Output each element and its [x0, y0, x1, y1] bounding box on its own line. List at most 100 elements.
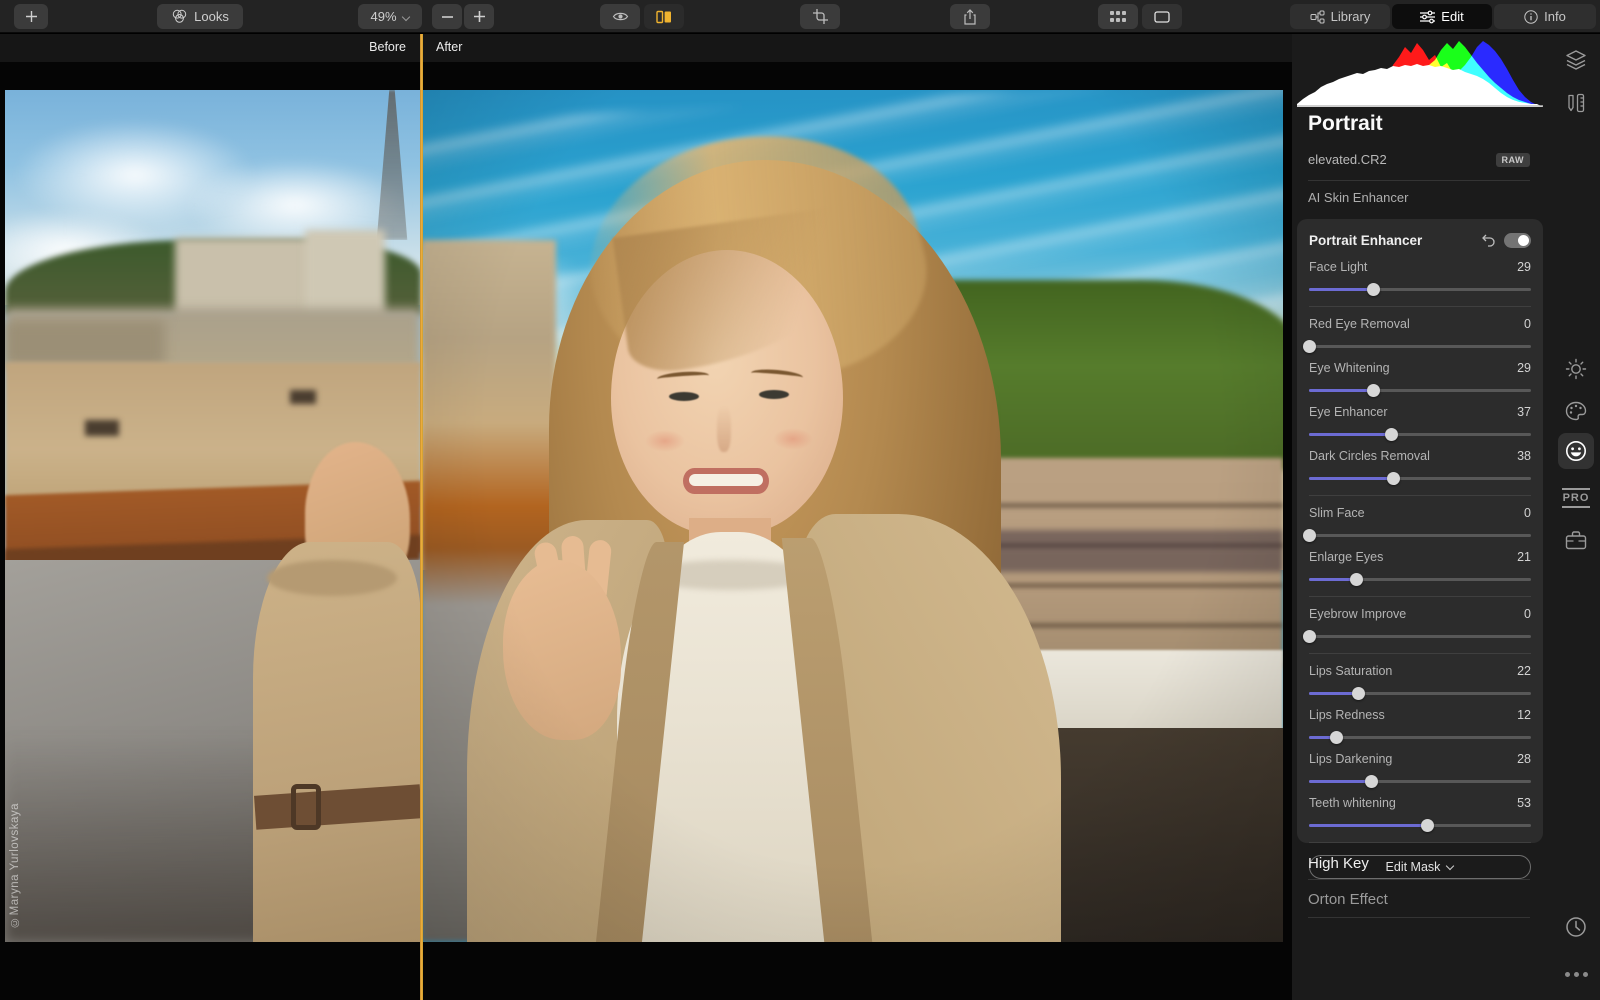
essentials-tools-button[interactable] — [1558, 351, 1594, 387]
slider-value: 38 — [1517, 449, 1531, 463]
quick-preview-button[interactable] — [600, 4, 640, 29]
creative-tools-button[interactable] — [1558, 393, 1594, 429]
slider-track[interactable] — [1309, 428, 1531, 441]
slider-track[interactable] — [1309, 340, 1531, 353]
slider-track[interactable] — [1309, 630, 1531, 643]
zoom-out-button[interactable] — [432, 4, 462, 29]
slider-head: Lips Saturation 22 — [1309, 664, 1531, 679]
edit-tools-button[interactable] — [1558, 85, 1594, 121]
crop-button[interactable] — [800, 4, 840, 29]
slider-head: Eye Whitening 29 — [1309, 361, 1531, 376]
sun-icon — [1565, 358, 1587, 380]
city-strip — [5, 320, 165, 365]
slider-thumb[interactable] — [1385, 428, 1398, 441]
share-button[interactable] — [950, 4, 990, 29]
slider-fill — [1309, 824, 1427, 827]
tab-edit[interactable]: Edit — [1392, 4, 1492, 29]
crop-icon — [813, 9, 828, 24]
looks-button[interactable]: Looks — [157, 4, 243, 29]
add-image-button[interactable] — [14, 4, 48, 29]
slider-track[interactable] — [1309, 819, 1531, 832]
single-view-button[interactable] — [1142, 4, 1182, 29]
slider-track[interactable] — [1309, 283, 1531, 296]
slider-head: Teeth whitening 53 — [1309, 796, 1531, 811]
slider-fill — [1309, 389, 1373, 392]
slider-label: Teeth whitening — [1309, 796, 1396, 810]
slider-value: 22 — [1517, 664, 1531, 678]
orton-effect-section[interactable]: Orton Effect — [1308, 891, 1530, 908]
tab-info[interactable]: Info — [1494, 4, 1596, 29]
histogram[interactable] — [1297, 35, 1543, 107]
history-button[interactable] — [1558, 909, 1594, 945]
slider-row: Lips Redness 12 — [1309, 708, 1531, 744]
compare-view-button[interactable] — [644, 4, 684, 29]
tab-info-label: Info — [1544, 9, 1566, 24]
slider-thumb[interactable] — [1350, 573, 1363, 586]
toolbox-button[interactable] — [1558, 522, 1594, 558]
enhancer-toggle[interactable] — [1504, 233, 1531, 248]
portrait-tools-button[interactable] — [1558, 433, 1594, 469]
professional-tools-button[interactable]: PRO — [1558, 480, 1594, 516]
gallery-view-button[interactable] — [1098, 4, 1138, 29]
tool-rail: PRO — [1552, 34, 1600, 1000]
slider-label: Enlarge Eyes — [1309, 550, 1383, 564]
raw-badge: RAW — [1496, 153, 1531, 167]
slider-track[interactable] — [1309, 687, 1531, 700]
slider-label: Lips Saturation — [1309, 664, 1392, 678]
zoom-in-button[interactable] — [464, 4, 494, 29]
slider-thumb[interactable] — [1330, 731, 1343, 744]
slider-thumb[interactable] — [1303, 630, 1316, 643]
canvas-area: Before After ©Maryna Yurlovskaya — [0, 34, 1292, 1000]
slider-thumb[interactable] — [1303, 529, 1316, 542]
slider-thumb[interactable] — [1352, 687, 1365, 700]
slider-value: 53 — [1517, 796, 1531, 810]
layers-button[interactable] — [1558, 42, 1594, 78]
slider-fill — [1309, 288, 1373, 291]
after-label: After — [436, 40, 462, 54]
slider-label: Lips Redness — [1309, 708, 1385, 722]
smiley-face-icon — [1564, 439, 1588, 463]
slider-thumb[interactable] — [1303, 340, 1316, 353]
slider-head: Red Eye Removal 0 — [1309, 317, 1531, 332]
slider-thumb[interactable] — [1421, 819, 1434, 832]
plus-icon — [474, 11, 485, 22]
slider-track[interactable] — [1309, 472, 1531, 485]
slider-head: Eyebrow Improve 0 — [1309, 607, 1531, 622]
roof-shadow — [5, 730, 265, 942]
more-options-button[interactable] — [1558, 956, 1594, 992]
slider-track[interactable] — [1309, 384, 1531, 397]
slider-value: 0 — [1524, 607, 1531, 621]
portrait-enhancer-card: Portrait Enhancer Face Light 29 Red Eye … — [1297, 219, 1543, 843]
slider-thumb[interactable] — [1365, 775, 1378, 788]
clock-icon — [1565, 916, 1587, 938]
pro-badge: PRO — [1562, 488, 1591, 508]
filename: elevated.CR2 — [1308, 152, 1387, 167]
high-key-section[interactable]: High Key — [1308, 855, 1530, 872]
slider-track[interactable] — [1309, 529, 1531, 542]
slider-label: Slim Face — [1309, 506, 1365, 520]
zoom-level-dropdown[interactable]: 49% — [358, 4, 422, 29]
slider-track[interactable] — [1309, 775, 1531, 788]
slider-track[interactable] — [1309, 731, 1531, 744]
zoom-level-value: 49% — [370, 9, 396, 24]
slider-group-divider — [1309, 842, 1531, 843]
slider-thumb[interactable] — [1387, 472, 1400, 485]
slider-row: Eye Enhancer 37 — [1309, 405, 1531, 441]
slider-value: 29 — [1517, 361, 1531, 375]
before-after-divider-handle[interactable] — [420, 34, 423, 1000]
ai-skin-enhancer-section[interactable]: AI Skin Enhancer — [1308, 190, 1408, 205]
coat-sleeve — [253, 542, 421, 942]
reset-button[interactable] — [1480, 232, 1496, 248]
slider-value: 29 — [1517, 260, 1531, 274]
slider-thumb[interactable] — [1367, 283, 1380, 296]
roof-vent — [85, 420, 119, 436]
slider-thumb[interactable] — [1367, 384, 1380, 397]
slider-track[interactable] — [1309, 573, 1531, 586]
undo-icon — [1481, 234, 1495, 247]
looks-label: Looks — [194, 9, 229, 24]
single-image-icon — [1154, 11, 1170, 23]
grid-view-icon — [1110, 11, 1126, 22]
after-photo — [421, 90, 1283, 942]
slider-row: Dark Circles Removal 38 — [1309, 449, 1531, 485]
tab-library[interactable]: Library — [1290, 4, 1390, 29]
